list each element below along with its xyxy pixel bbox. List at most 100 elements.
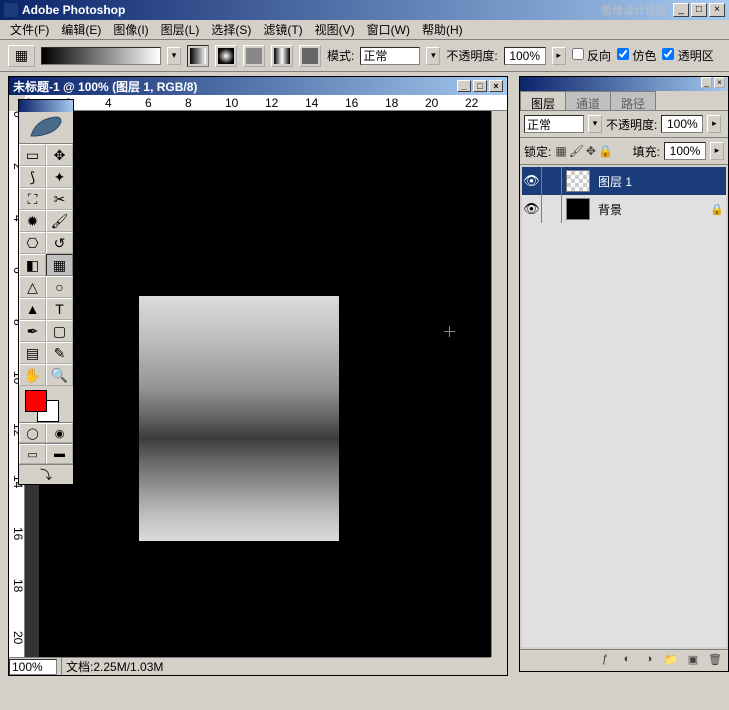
shape-tool[interactable]: ▢ <box>46 320 73 342</box>
lasso-tool[interactable]: ⟆ <box>19 166 46 188</box>
dither-checkbox-label[interactable]: 仿色 <box>617 47 656 64</box>
transparency-checkbox[interactable] <box>662 48 674 60</box>
layer-row[interactable]: 👁 图层 1 <box>522 167 726 195</box>
jump-to-imageready-button[interactable]: ⤵ <box>19 464 73 484</box>
foreground-color-swatch[interactable] <box>25 390 47 412</box>
standard-mode-button[interactable]: ◯ <box>19 423 46 443</box>
menu-filter[interactable]: 滤镜(T) <box>257 19 308 40</box>
opacity-input[interactable] <box>504 47 546 65</box>
layer-adjust-button[interactable]: ◑ <box>640 653 658 669</box>
blur-tool[interactable]: △ <box>19 276 46 298</box>
toolbox-drag-handle[interactable] <box>19 100 73 112</box>
eraser-tool[interactable]: ◧ <box>19 254 46 276</box>
dodge-tool[interactable]: ○ <box>46 276 73 298</box>
blend-mode-select[interactable] <box>360 47 420 65</box>
menu-help[interactable]: 帮助(H) <box>416 19 469 40</box>
link-cell[interactable] <box>542 167 562 195</box>
tab-layers[interactable]: 图层 <box>520 91 566 110</box>
document-info[interactable]: 文档:2.25M/1.03M <box>61 658 491 675</box>
gradient-preview[interactable] <box>41 47 161 65</box>
layer-opacity-arrow[interactable]: ▸ <box>707 115 721 133</box>
menu-layer[interactable]: 图层(L) <box>155 19 206 40</box>
menu-file[interactable]: 文件(F) <box>4 19 55 40</box>
lock-all-icon[interactable]: 🔒 <box>598 144 613 158</box>
canvas-viewport[interactable] <box>25 111 491 657</box>
move-tool[interactable]: ✥ <box>46 144 73 166</box>
layer-thumbnail[interactable] <box>566 198 590 220</box>
layer-name[interactable]: 背景 <box>594 201 710 218</box>
panel-drag-handle[interactable]: _ × <box>520 77 728 91</box>
screen-standard-button[interactable]: ▭ <box>19 444 46 464</box>
toolbox[interactable]: ▭ ✥ ⟆ ✦ ⛶ ✂ ✹ 🖌 ⎔ ↺ ◧ ▦ △ ○ ▲ T ✒ ▢ ▤ ✎ … <box>18 99 74 485</box>
fill-arrow[interactable]: ▸ <box>710 142 724 160</box>
layer-name[interactable]: 图层 1 <box>594 173 710 190</box>
zoom-tool[interactable]: 🔍 <box>46 364 73 386</box>
menu-view[interactable]: 视图(V) <box>309 19 361 40</box>
doc-maximize-button[interactable]: □ <box>473 80 487 92</box>
mode-arrow[interactable]: ▾ <box>426 47 440 65</box>
visibility-toggle-icon[interactable]: 👁 <box>522 195 542 223</box>
layer-opacity-input[interactable] <box>661 115 703 133</box>
gradient-radial-button[interactable] <box>215 45 237 67</box>
slice-tool[interactable]: ✂ <box>46 188 73 210</box>
gradient-linear-button[interactable] <box>187 45 209 67</box>
heal-tool[interactable]: ✹ <box>19 210 46 232</box>
layer-list[interactable]: 👁图层 1👁背景🔒 <box>522 167 726 647</box>
opacity-arrow[interactable]: ▸ <box>552 47 566 65</box>
new-layer-button[interactable]: ▣ <box>684 653 702 669</box>
maximize-button[interactable]: □ <box>691 3 707 17</box>
lock-transparency-icon[interactable]: ▦ <box>555 144 566 158</box>
tab-paths[interactable]: 路径 <box>610 91 656 110</box>
layer-blend-arrow[interactable]: ▾ <box>588 115 602 133</box>
visibility-toggle-icon[interactable]: 👁 <box>522 167 542 195</box>
layer-thumbnail[interactable] <box>566 170 590 192</box>
path-select-tool[interactable]: ▲ <box>19 298 46 320</box>
vertical-scrollbar[interactable] <box>491 111 507 657</box>
doc-close-button[interactable]: × <box>489 80 503 92</box>
menu-select[interactable]: 选择(S) <box>205 19 257 40</box>
lock-pixels-icon[interactable]: 🖌 <box>569 144 584 158</box>
pen-tool[interactable]: ✒ <box>19 320 46 342</box>
gradient-reflected-button[interactable] <box>271 45 293 67</box>
zoom-input[interactable] <box>9 659 57 675</box>
quickmask-mode-button[interactable]: ◉ <box>46 423 73 443</box>
fill-input[interactable] <box>664 142 706 160</box>
wand-tool[interactable]: ✦ <box>46 166 73 188</box>
document-titlebar[interactable]: 未标题-1 @ 100% (图层 1, RGB/8) _ □ × <box>9 77 507 95</box>
document-canvas[interactable] <box>39 111 491 657</box>
link-cell[interactable] <box>542 195 562 223</box>
gradient-picker-arrow[interactable]: ▾ <box>167 47 181 65</box>
close-button[interactable]: × <box>709 3 725 17</box>
dither-checkbox[interactable] <box>617 48 629 60</box>
hand-tool[interactable]: ✋ <box>19 364 46 386</box>
reverse-checkbox[interactable] <box>572 48 584 60</box>
reverse-checkbox-label[interactable]: 反向 <box>572 47 611 64</box>
layer-row[interactable]: 👁背景🔒 <box>522 195 726 223</box>
menu-image[interactable]: 图像(I) <box>107 19 154 40</box>
menu-edit[interactable]: 编辑(E) <box>55 19 107 40</box>
tab-channels[interactable]: 通道 <box>565 91 611 110</box>
minimize-button[interactable]: _ <box>673 3 689 17</box>
gradient-angle-button[interactable] <box>243 45 265 67</box>
delete-layer-button[interactable]: 🗑 <box>706 653 724 669</box>
layer-mask-button[interactable]: ◐ <box>618 653 636 669</box>
horizontal-ruler[interactable]: 0246810121416182022 <box>25 95 507 111</box>
marquee-tool[interactable]: ▭ <box>19 144 46 166</box>
type-tool[interactable]: T <box>46 298 73 320</box>
gradient-tool[interactable]: ▦ <box>46 254 73 276</box>
screen-full-menu-button[interactable]: ▬ <box>46 444 73 464</box>
notes-tool[interactable]: ▤ <box>19 342 46 364</box>
doc-minimize-button[interactable]: _ <box>457 80 471 92</box>
brush-tool[interactable]: 🖌 <box>46 210 73 232</box>
menu-window[interactable]: 窗口(W) <box>361 19 416 40</box>
eyedropper-tool[interactable]: ✎ <box>46 342 73 364</box>
layer-fx-button[interactable]: ƒ <box>596 653 614 669</box>
transparency-checkbox-label[interactable]: 透明区 <box>662 47 713 64</box>
panel-close-button[interactable]: × <box>714 77 725 88</box>
layer-blend-select[interactable] <box>524 115 584 133</box>
layer-folder-button[interactable]: 📁 <box>662 653 680 669</box>
lock-position-icon[interactable]: ✥ <box>586 144 596 158</box>
panel-minimize-button[interactable]: _ <box>701 77 712 88</box>
stamp-tool[interactable]: ⎔ <box>19 232 46 254</box>
history-brush-tool[interactable]: ↺ <box>46 232 73 254</box>
